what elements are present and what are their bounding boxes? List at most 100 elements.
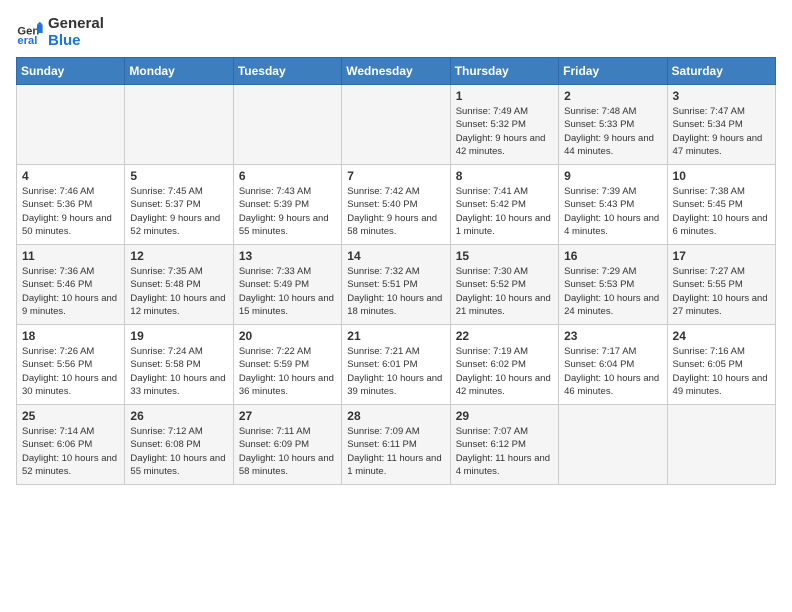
day-info: Sunrise: 7:46 AM Sunset: 5:36 PM Dayligh… (22, 185, 119, 238)
day-info: Sunrise: 7:17 AM Sunset: 6:04 PM Dayligh… (564, 345, 661, 398)
day-number: 5 (130, 169, 227, 183)
calendar-cell: 19 Sunrise: 7:24 AM Sunset: 5:58 PM Dayli… (125, 325, 233, 405)
calendar-cell: 29 Sunrise: 7:07 AM Sunset: 6:12 PM Dayli… (450, 405, 558, 485)
day-info: Sunrise: 7:42 AM Sunset: 5:40 PM Dayligh… (347, 185, 444, 238)
day-header-friday: Friday (559, 58, 667, 85)
calendar-cell: 25 Sunrise: 7:14 AM Sunset: 6:06 PM Dayli… (17, 405, 125, 485)
day-info: Sunrise: 7:30 AM Sunset: 5:52 PM Dayligh… (456, 265, 553, 318)
day-info: Sunrise: 7:49 AM Sunset: 5:32 PM Dayligh… (456, 105, 553, 158)
logo: Gen eral General Blue (16, 16, 104, 49)
calendar-cell: 14 Sunrise: 7:32 AM Sunset: 5:51 PM Dayli… (342, 245, 450, 325)
day-number: 29 (456, 409, 553, 423)
day-info: Sunrise: 7:16 AM Sunset: 6:05 PM Dayligh… (673, 345, 770, 398)
calendar-cell: 8 Sunrise: 7:41 AM Sunset: 5:42 PM Daylig… (450, 165, 558, 245)
day-info: Sunrise: 7:11 AM Sunset: 6:09 PM Dayligh… (239, 425, 336, 478)
day-header-tuesday: Tuesday (233, 58, 341, 85)
day-info: Sunrise: 7:48 AM Sunset: 5:33 PM Dayligh… (564, 105, 661, 158)
day-number: 3 (673, 89, 770, 103)
logo-text-general: General (48, 16, 104, 33)
day-number: 25 (22, 409, 119, 423)
logo-icon: Gen eral (16, 19, 44, 47)
calendar-cell: 2 Sunrise: 7:48 AM Sunset: 5:33 PM Daylig… (559, 85, 667, 165)
calendar-table: SundayMondayTuesdayWednesdayThursdayFrid… (16, 57, 776, 485)
calendar-cell: 21Sunrise: 7:21 AM Sunset: 6:01 PM Dayli… (342, 325, 450, 405)
day-info: Sunrise: 7:09 AM Sunset: 6:11 PM Dayligh… (347, 425, 444, 478)
day-number: 13 (239, 249, 336, 263)
calendar-cell: 11 Sunrise: 7:36 AM Sunset: 5:46 PM Dayli… (17, 245, 125, 325)
day-info: Sunrise: 7:33 AM Sunset: 5:49 PM Dayligh… (239, 265, 336, 318)
day-info: Sunrise: 7:47 AM Sunset: 5:34 PM Dayligh… (673, 105, 770, 158)
day-info: Sunrise: 7:24 AM Sunset: 5:58 PM Dayligh… (130, 345, 227, 398)
day-number: 23 (564, 329, 661, 343)
calendar-cell: 1 Sunrise: 7:49 AM Sunset: 5:32 PM Daylig… (450, 85, 558, 165)
calendar-cell (667, 405, 775, 485)
day-number: 8 (456, 169, 553, 183)
day-info: Sunrise: 7:19 AM Sunset: 6:02 PM Dayligh… (456, 345, 553, 398)
calendar-cell: 5Sunrise: 7:45 AM Sunset: 5:37 PM Daylig… (125, 165, 233, 245)
day-info: Sunrise: 7:41 AM Sunset: 5:42 PM Dayligh… (456, 185, 553, 238)
calendar-cell: 6 Sunrise: 7:43 AM Sunset: 5:39 PM Daylig… (233, 165, 341, 245)
day-header-monday: Monday (125, 58, 233, 85)
day-number: 4 (22, 169, 119, 183)
calendar-cell: 27 Sunrise: 7:11 AM Sunset: 6:09 PM Dayli… (233, 405, 341, 485)
day-info: Sunrise: 7:43 AM Sunset: 5:39 PM Dayligh… (239, 185, 336, 238)
calendar-cell: 13 Sunrise: 7:33 AM Sunset: 5:49 PM Dayli… (233, 245, 341, 325)
day-number: 11 (22, 249, 119, 263)
day-info: Sunrise: 7:26 AM Sunset: 5:56 PM Dayligh… (22, 345, 119, 398)
day-number: 6 (239, 169, 336, 183)
day-number: 18 (22, 329, 119, 343)
day-number: 9 (564, 169, 661, 183)
calendar-cell: 4 Sunrise: 7:46 AM Sunset: 5:36 PM Daylig… (17, 165, 125, 245)
day-number: 26 (130, 409, 227, 423)
day-info: Sunrise: 7:32 AM Sunset: 5:51 PM Dayligh… (347, 265, 444, 318)
day-number: 28 (347, 409, 444, 423)
day-info: Sunrise: 7:14 AM Sunset: 6:06 PM Dayligh… (22, 425, 119, 478)
calendar-cell (17, 85, 125, 165)
day-number: 22 (456, 329, 553, 343)
day-header-sunday: Sunday (17, 58, 125, 85)
day-info: Sunrise: 7:29 AM Sunset: 5:53 PM Dayligh… (564, 265, 661, 318)
day-number: 10 (673, 169, 770, 183)
day-number: 2 (564, 89, 661, 103)
day-number: 7 (347, 169, 444, 183)
calendar-cell: 7 Sunrise: 7:42 AM Sunset: 5:40 PM Daylig… (342, 165, 450, 245)
day-info: Sunrise: 7:27 AM Sunset: 5:55 PM Dayligh… (673, 265, 770, 318)
svg-text:eral: eral (17, 35, 37, 47)
day-number: 27 (239, 409, 336, 423)
calendar-cell: 17 Sunrise: 7:27 AM Sunset: 5:55 PM Dayli… (667, 245, 775, 325)
day-info: Sunrise: 7:22 AM Sunset: 5:59 PM Dayligh… (239, 345, 336, 398)
day-number: 20 (239, 329, 336, 343)
day-header-wednesday: Wednesday (342, 58, 450, 85)
day-number: 16 (564, 249, 661, 263)
calendar-cell: 9 Sunrise: 7:39 AM Sunset: 5:43 PM Daylig… (559, 165, 667, 245)
calendar-cell: 15 Sunrise: 7:30 AM Sunset: 5:52 PM Dayli… (450, 245, 558, 325)
calendar-cell (125, 85, 233, 165)
day-header-saturday: Saturday (667, 58, 775, 85)
calendar-cell: 12 Sunrise: 7:35 AM Sunset: 5:48 PM Dayli… (125, 245, 233, 325)
logo-text-blue: Blue (48, 33, 104, 50)
day-number: 24 (673, 329, 770, 343)
day-info: Sunrise: 7:36 AM Sunset: 5:46 PM Dayligh… (22, 265, 119, 318)
day-info: Sunrise: 7:07 AM Sunset: 6:12 PM Dayligh… (456, 425, 553, 478)
calendar-cell: 24 Sunrise: 7:16 AM Sunset: 6:05 PM Dayli… (667, 325, 775, 405)
calendar-cell: 28 Sunrise: 7:09 AM Sunset: 6:11 PM Dayli… (342, 405, 450, 485)
calendar-cell: 18 Sunrise: 7:26 AM Sunset: 5:56 PM Dayli… (17, 325, 125, 405)
day-number: 14 (347, 249, 444, 263)
day-info: Sunrise: 7:39 AM Sunset: 5:43 PM Dayligh… (564, 185, 661, 238)
calendar-cell: 20 Sunrise: 7:22 AM Sunset: 5:59 PM Dayli… (233, 325, 341, 405)
day-number: 17 (673, 249, 770, 263)
day-number: 15 (456, 249, 553, 263)
calendar-cell (342, 85, 450, 165)
day-header-thursday: Thursday (450, 58, 558, 85)
calendar-cell: 22 Sunrise: 7:19 AM Sunset: 6:02 PM Dayli… (450, 325, 558, 405)
day-number: 12 (130, 249, 227, 263)
day-info: Sunrise: 7:35 AM Sunset: 5:48 PM Dayligh… (130, 265, 227, 318)
header: Gen eral General Blue (16, 16, 776, 49)
calendar-cell: 23 Sunrise: 7:17 AM Sunset: 6:04 PM Dayli… (559, 325, 667, 405)
day-number: 19 (130, 329, 227, 343)
calendar-cell: 26 Sunrise: 7:12 AM Sunset: 6:08 PM Dayli… (125, 405, 233, 485)
day-number: 1 (456, 89, 553, 103)
calendar-cell: 10Sunrise: 7:38 AM Sunset: 5:45 PM Dayli… (667, 165, 775, 245)
day-number: 21 (347, 329, 444, 343)
day-info: Sunrise: 7:12 AM Sunset: 6:08 PM Dayligh… (130, 425, 227, 478)
